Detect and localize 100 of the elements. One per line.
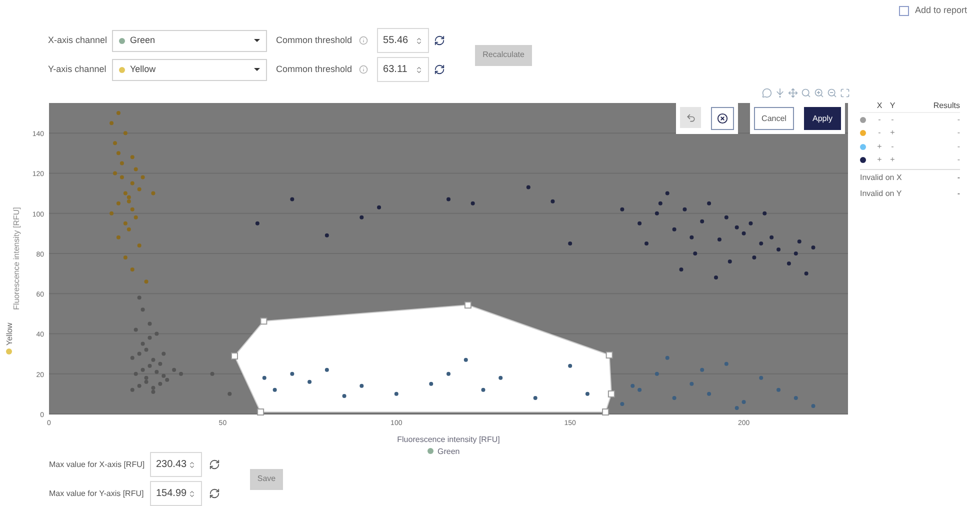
legend-column-header: X — [876, 100, 884, 112]
threshold-field[interactable]: 63.11 — [377, 57, 430, 82]
scatter-point — [394, 392, 398, 396]
scatter-point — [700, 219, 704, 224]
scatter-point — [533, 396, 538, 400]
scatter-point — [272, 388, 277, 392]
scatter-point — [630, 384, 635, 388]
legend-column-header: Y — [888, 100, 896, 112]
scatter-point — [429, 382, 434, 386]
selection-gate[interactable] — [234, 304, 612, 412]
scatter-point — [526, 185, 530, 190]
scatter-point — [470, 201, 475, 206]
legend-cell-text: + — [889, 154, 896, 166]
zoom-in-icon[interactable] — [814, 88, 824, 98]
refresh-icon[interactable] — [434, 64, 446, 75]
scatter-point — [172, 368, 176, 372]
max-value-field[interactable]: 230.43 — [150, 452, 202, 477]
gate-handle[interactable] — [606, 352, 613, 358]
scatter-point — [140, 175, 145, 180]
threshold-field[interactable]: 55.46 — [377, 28, 430, 53]
scatter-point — [130, 207, 134, 212]
scatter-point — [324, 233, 329, 238]
clear-button[interactable] — [711, 107, 734, 130]
scatter-point — [644, 241, 649, 246]
scatter-point — [116, 151, 120, 156]
scatter-point — [116, 201, 120, 206]
gate-handle[interactable] — [608, 390, 615, 398]
scatter-point — [665, 191, 670, 196]
scatter-point — [120, 161, 124, 166]
download-icon[interactable] — [775, 88, 785, 98]
scatter-point — [707, 392, 712, 396]
info-icon[interactable] — [359, 65, 368, 74]
stepper-icon — [415, 66, 424, 74]
channel-label: Y-axis channel — [48, 62, 108, 76]
legend-cell-text: + — [876, 140, 883, 153]
fullscreen-icon[interactable] — [840, 88, 850, 98]
info-icon[interactable] — [359, 36, 368, 45]
scatter-point — [734, 406, 739, 410]
caret-icon — [254, 39, 260, 42]
scatter-point — [137, 296, 142, 300]
scatter-point — [123, 131, 128, 136]
scatter-point — [693, 251, 698, 256]
scatter-point — [360, 215, 364, 220]
scatter-point — [620, 207, 624, 212]
scatter-point — [255, 221, 260, 226]
refresh-icon[interactable] — [209, 488, 220, 499]
move-icon[interactable] — [788, 88, 798, 98]
gate-handle[interactable] — [257, 408, 264, 416]
scatter-point — [672, 396, 676, 400]
apply-button[interactable]: Apply — [804, 107, 841, 130]
scatter-point — [144, 348, 148, 352]
legend-cell-text: - — [890, 140, 895, 153]
max-value-field[interactable]: 154.99 — [150, 481, 202, 506]
scatter-point — [116, 235, 120, 240]
scatter-point — [151, 358, 156, 362]
scatter-point — [154, 332, 159, 336]
undo-button[interactable] — [680, 107, 701, 128]
legend-column-header: Results — [932, 100, 960, 112]
scatter-point — [162, 352, 166, 356]
scatter-point — [759, 241, 764, 246]
scatter-point — [742, 231, 746, 236]
scatter-point — [638, 388, 642, 392]
gate-handle[interactable] — [231, 352, 238, 360]
legend-cell-text: - — [956, 154, 960, 166]
channel-dropdown[interactable]: Yellow — [112, 58, 267, 80]
gate-handle[interactable] — [260, 318, 268, 325]
gate-handle[interactable] — [602, 408, 610, 416]
scatter-point — [672, 227, 676, 232]
channel-dropdown[interactable]: Green — [112, 30, 267, 52]
scatter-point — [811, 245, 816, 250]
scatter-point — [342, 394, 346, 398]
search-icon[interactable] — [801, 88, 811, 98]
zoom-out-icon[interactable] — [827, 88, 837, 98]
scatter-point — [728, 260, 732, 264]
scatter-point — [752, 256, 756, 260]
scatter-point — [654, 372, 659, 376]
speech-bubble-icon[interactable] — [762, 88, 772, 98]
scatter-point — [717, 237, 722, 242]
cancel-button[interactable]: Cancel — [754, 107, 794, 130]
caret-icon — [254, 68, 260, 71]
refresh-icon[interactable] — [209, 459, 220, 470]
scatter-point — [770, 235, 774, 240]
scatter-point — [130, 155, 134, 160]
scatter-point — [137, 384, 142, 388]
report-checkbox[interactable] — [898, 6, 909, 16]
scatter-point — [113, 171, 117, 176]
scatter-point — [724, 362, 728, 366]
scatter-point — [113, 141, 117, 146]
invalid-value: - — [957, 172, 960, 184]
scatter-point — [638, 221, 642, 226]
scatter-point — [134, 372, 138, 376]
scatter-point — [324, 368, 329, 372]
scatter-point — [134, 328, 138, 332]
max-value-label: Max value for Y-axis [RFU] — [49, 488, 145, 500]
scatter-point — [151, 191, 156, 196]
gate-handle[interactable] — [464, 302, 472, 309]
refresh-icon[interactable] — [434, 35, 446, 46]
scatter-point — [804, 272, 808, 276]
scatter-point — [140, 308, 145, 312]
threshold-label: Common threshold — [276, 34, 352, 47]
